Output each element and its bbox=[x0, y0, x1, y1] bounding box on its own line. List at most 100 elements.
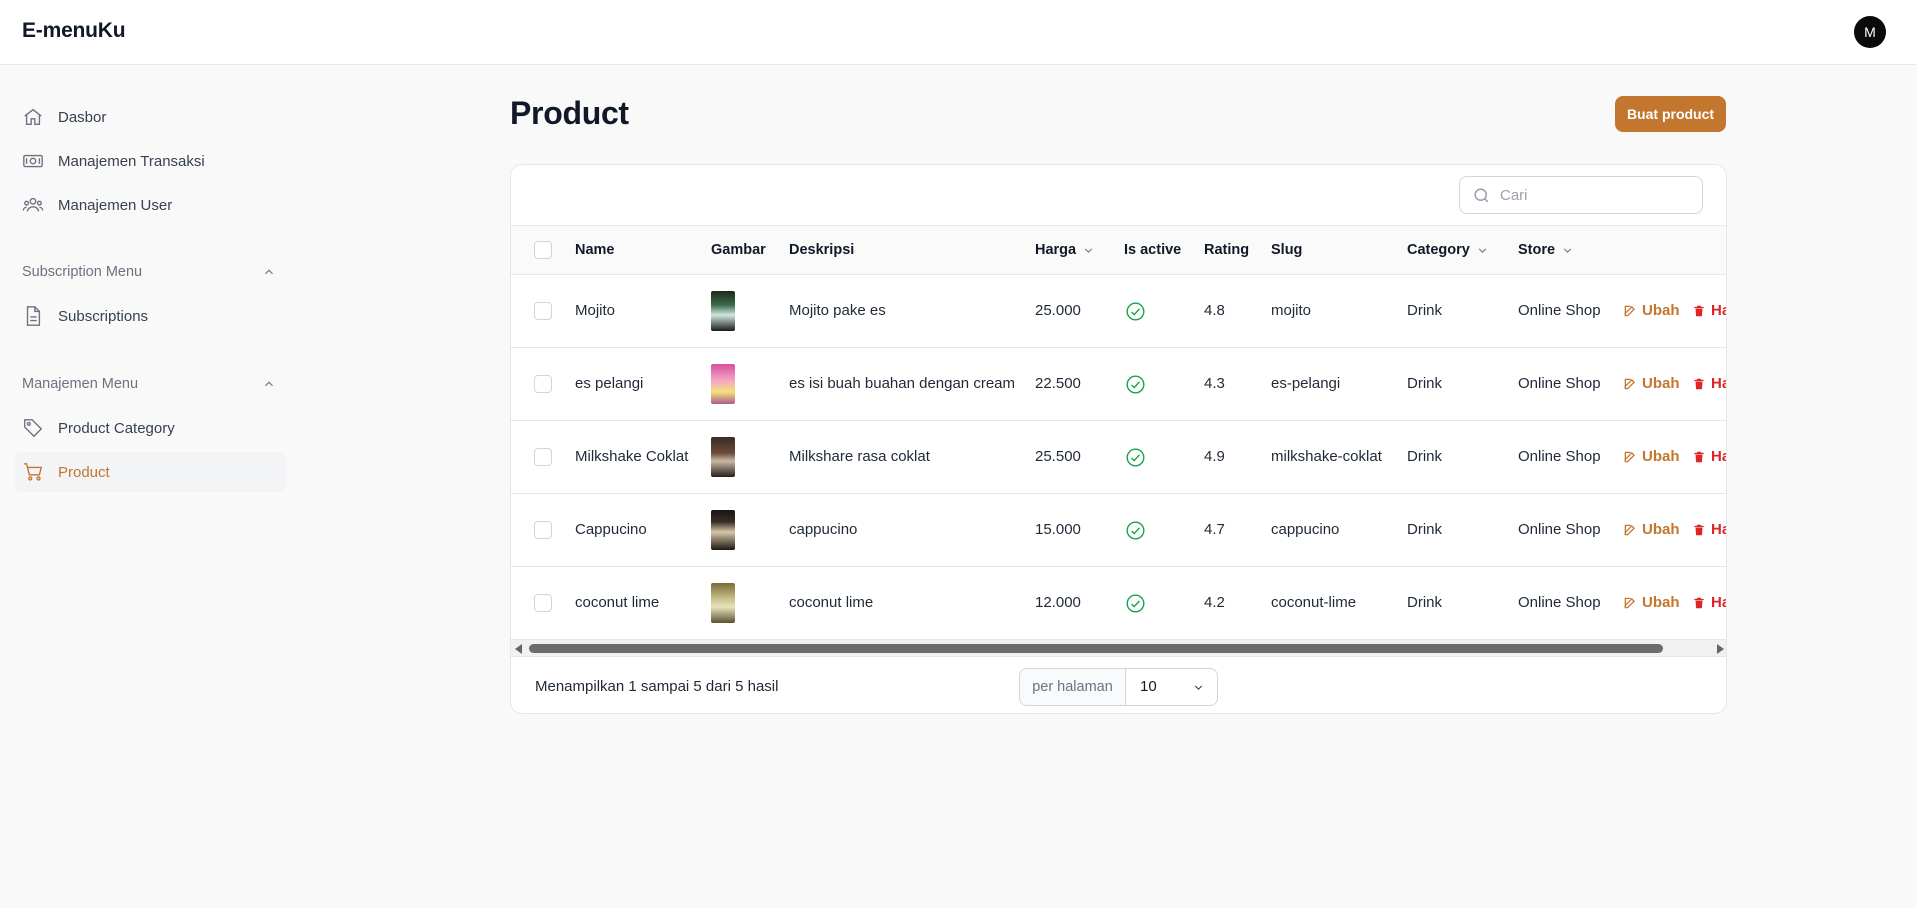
create-product-button[interactable]: Buat product bbox=[1615, 96, 1726, 132]
trash-icon bbox=[1694, 597, 1704, 608]
delete-button[interactable]: Ha bbox=[1692, 448, 1726, 465]
cell-slug: es-pelangi bbox=[1271, 375, 1341, 392]
search-box[interactable] bbox=[1459, 176, 1703, 214]
sidebar-item-subscriptions[interactable]: Subscriptions bbox=[14, 296, 287, 336]
cell-category: Drink bbox=[1407, 375, 1443, 392]
column-header-store[interactable]: Store bbox=[1518, 242, 1574, 258]
search-icon bbox=[1474, 188, 1489, 203]
cell-rating: 4.7 bbox=[1204, 521, 1225, 538]
sidebar-item-manajemen-transaksi[interactable]: Manajemen Transaksi bbox=[14, 141, 287, 181]
scrollbar-thumb[interactable] bbox=[529, 644, 1663, 653]
edit-button[interactable]: Ubah bbox=[1623, 302, 1680, 319]
sort-chevron-icon[interactable] bbox=[1561, 244, 1574, 257]
product-table-card: Name Gambar Deskripsi Harga Is active Ra… bbox=[510, 164, 1727, 714]
table-row: Milkshake Coklat Milkshare rasa coklat 25.… bbox=[511, 421, 1726, 494]
cell-rating: 4.8 bbox=[1204, 302, 1225, 319]
column-header-rating: Rating bbox=[1204, 242, 1250, 258]
top-bar: E-menuKu M bbox=[0, 0, 1917, 65]
edit-button[interactable]: Ubah bbox=[1623, 521, 1680, 538]
product-image bbox=[711, 510, 735, 550]
cell-name: Cappucino bbox=[575, 521, 647, 538]
sidebar-item-label: Product bbox=[58, 464, 110, 481]
search-input[interactable] bbox=[1500, 185, 1690, 205]
sort-chevron-icon[interactable] bbox=[1476, 244, 1489, 257]
chevron-up-icon[interactable] bbox=[262, 265, 276, 279]
cell-rating: 4.3 bbox=[1204, 375, 1225, 392]
row-checkbox[interactable] bbox=[534, 594, 552, 612]
cell-category: Drink bbox=[1407, 521, 1443, 538]
select-all-checkbox[interactable] bbox=[534, 241, 552, 259]
edit-button[interactable]: Ubah bbox=[1623, 448, 1680, 465]
per-page-select[interactable]: per halaman 10 bbox=[1019, 668, 1218, 706]
column-header-category[interactable]: Category bbox=[1407, 242, 1489, 258]
chevron-up-icon[interactable] bbox=[262, 377, 276, 391]
trash-icon bbox=[1694, 378, 1704, 389]
cell-category: Drink bbox=[1407, 448, 1443, 465]
check-circle-icon bbox=[1126, 521, 1145, 540]
cell-deskripsi: coconut lime bbox=[789, 594, 874, 611]
column-header-name: Name bbox=[575, 242, 615, 258]
group-title-subscription[interactable]: Subscription Menu bbox=[22, 264, 142, 280]
cash-icon bbox=[22, 150, 44, 172]
cell-slug: cappucino bbox=[1271, 521, 1340, 538]
cell-slug: milkshake-coklat bbox=[1271, 448, 1382, 465]
cell-name: Mojito bbox=[575, 302, 616, 319]
delete-button[interactable]: Ha bbox=[1692, 594, 1726, 611]
per-page-value[interactable]: 10 bbox=[1140, 678, 1157, 695]
scroll-right-icon[interactable] bbox=[1717, 644, 1724, 654]
check-circle-icon bbox=[1126, 448, 1145, 467]
cell-store: Online Shop bbox=[1518, 521, 1601, 538]
sidebar-item-label: Manajemen Transaksi bbox=[58, 153, 205, 170]
edit-button[interactable]: Ubah bbox=[1623, 375, 1680, 392]
sidebar-item-product-category[interactable]: Product Category bbox=[14, 408, 287, 448]
sidebar-item-product[interactable]: Product bbox=[14, 452, 287, 492]
scroll-left-icon[interactable] bbox=[515, 644, 522, 654]
cell-name: es pelangi bbox=[575, 375, 644, 392]
cell-harga: 15.000 bbox=[1035, 521, 1081, 538]
cell-harga: 25.500 bbox=[1035, 448, 1081, 465]
row-checkbox[interactable] bbox=[534, 302, 552, 320]
page-title: Product bbox=[510, 95, 629, 131]
cell-store: Online Shop bbox=[1518, 375, 1601, 392]
column-header-is-active: Is active bbox=[1124, 242, 1182, 258]
document-icon bbox=[22, 305, 44, 327]
brand-logo[interactable]: E-menuKu bbox=[22, 19, 126, 43]
column-header-deskripsi: Deskripsi bbox=[789, 242, 855, 258]
trash-icon bbox=[1694, 524, 1704, 535]
cell-harga: 12.000 bbox=[1035, 594, 1081, 611]
per-page-label: per halaman bbox=[1020, 669, 1126, 705]
product-image bbox=[711, 583, 735, 623]
cell-store: Online Shop bbox=[1518, 302, 1601, 319]
cell-slug: coconut-lime bbox=[1271, 594, 1357, 611]
horizontal-scrollbar[interactable] bbox=[511, 640, 1726, 656]
sidebar-item-label: Subscriptions bbox=[58, 308, 149, 325]
home-icon bbox=[22, 106, 44, 128]
group-title-manajemen-menu[interactable]: Manajemen Menu bbox=[22, 376, 138, 392]
user-avatar[interactable]: M bbox=[1854, 16, 1886, 48]
sidebar-item-label: Product Category bbox=[58, 420, 175, 437]
row-checkbox[interactable] bbox=[534, 521, 552, 539]
edit-button[interactable]: Ubah bbox=[1623, 594, 1680, 611]
row-checkbox[interactable] bbox=[534, 375, 552, 393]
delete-button[interactable]: Ha bbox=[1692, 375, 1726, 392]
cell-rating: 4.2 bbox=[1204, 594, 1225, 611]
delete-button[interactable]: Ha bbox=[1692, 302, 1726, 319]
cell-slug: mojito bbox=[1271, 302, 1312, 319]
cell-store: Online Shop bbox=[1518, 594, 1601, 611]
product-image bbox=[711, 291, 735, 331]
sidebar-item-manajemen-user[interactable]: Manajemen User bbox=[14, 185, 287, 225]
delete-button[interactable]: Ha bbox=[1692, 521, 1726, 538]
row-checkbox[interactable] bbox=[534, 448, 552, 466]
cell-harga: 22.500 bbox=[1035, 375, 1081, 392]
sidebar-item-label: Manajemen User bbox=[58, 197, 173, 214]
sidebar-item-dasbor[interactable]: Dasbor bbox=[14, 97, 287, 137]
cell-name: coconut lime bbox=[575, 594, 660, 611]
check-circle-icon bbox=[1126, 302, 1145, 321]
cart-icon bbox=[22, 461, 44, 483]
product-image bbox=[711, 364, 735, 404]
table-row: Mojito Mojito pake es 25.000 4.8 mojito Drink… bbox=[511, 275, 1726, 348]
cell-deskripsi: Milkshare rasa coklat bbox=[789, 448, 930, 465]
column-header-harga[interactable]: Harga bbox=[1035, 242, 1095, 258]
sort-chevron-icon[interactable] bbox=[1082, 244, 1095, 257]
chevron-down-icon[interactable] bbox=[1192, 681, 1205, 694]
